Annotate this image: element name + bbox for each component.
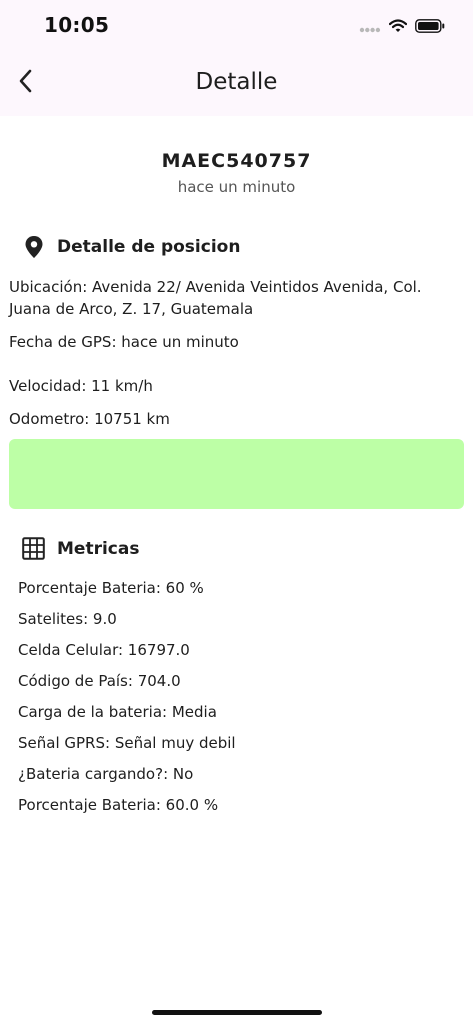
metrics-section-title: Metricas: [57, 538, 140, 559]
page-title: Detalle: [195, 69, 278, 95]
gps-date: Fecha de GPS: hace un minuto: [9, 333, 239, 351]
metric-item: Porcentaje Bateria: 60 %: [18, 579, 204, 597]
grid-icon: [22, 537, 45, 560]
metric-item: ¿Bateria cargando?: No: [18, 765, 194, 783]
app-header: 10:05 Detalle: [0, 0, 473, 116]
location-line-2: Juana de Arco, Z. 17, Guatemala: [9, 300, 254, 318]
map-view[interactable]: [9, 439, 464, 509]
metric-item: Satelites: 9.0: [18, 610, 117, 628]
metric-item: Porcentaje Bateria: 60.0 %: [18, 796, 219, 814]
metric-item: Señal GPRS: Señal muy debil: [18, 734, 236, 752]
status-icons: [359, 18, 445, 36]
position-section-header: Detalle de posicion: [24, 235, 240, 259]
location-pin-icon: [24, 235, 44, 259]
metric-item: Celda Celular: 16797.0: [18, 641, 190, 659]
home-indicator[interactable]: [152, 1010, 322, 1015]
wifi-icon: [388, 18, 408, 37]
speed: Velocidad: 11 km/h: [9, 377, 153, 395]
vehicle-updated: hace un minuto: [177, 178, 296, 196]
signal-dots-icon: [359, 18, 381, 37]
vehicle-plate: MAEC540757: [161, 150, 312, 172]
metric-item: Carga de la bateria: Media: [18, 703, 217, 721]
odometer: Odometro: 10751 km: [9, 410, 170, 428]
metrics-section-header: Metricas: [22, 537, 139, 560]
metric-item: Código de País: 704.0: [18, 672, 181, 690]
position-section-title: Detalle de posicion: [57, 237, 241, 257]
battery-icon: [415, 18, 445, 37]
location-line-1: Ubicación: Avenida 22/ Avenida Veintidos…: [9, 278, 422, 296]
status-time: 10:05: [44, 13, 110, 37]
